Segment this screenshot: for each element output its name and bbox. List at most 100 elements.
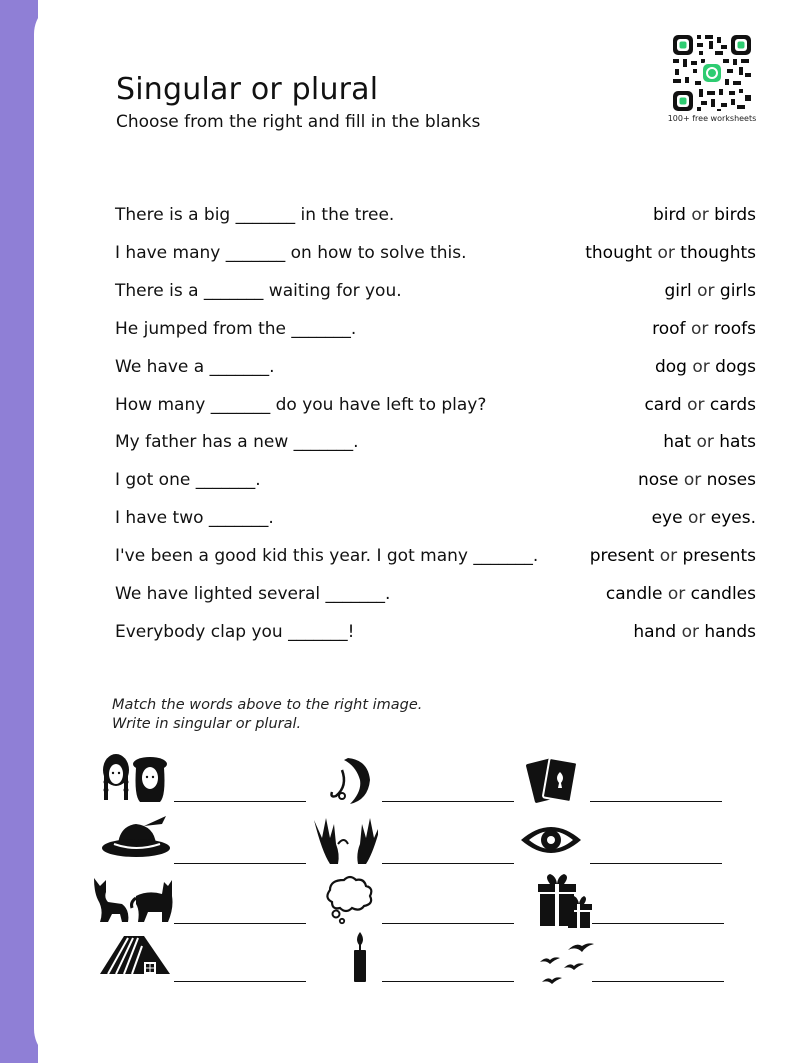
word-choice: eye or eyes. [652,508,756,528]
match-item-eye [516,814,728,870]
singular-option: card [644,394,682,415]
word-choice: nose or noses [638,470,756,490]
match-item-roof [100,932,312,988]
question-sentence: I have two _______. [115,508,274,529]
qr-caption: 100+ free worksheets [667,114,757,123]
page-subtitle: Choose from the right and fill in the bl… [116,112,481,132]
plural-option: eyes. [710,508,756,529]
question-sentence: We have lighted several _______. [115,584,391,604]
question-sentence: My father has a new _______. [115,432,359,453]
qr-code[interactable] [671,33,753,113]
plural-option: dogs [715,356,756,377]
answer-line[interactable] [174,801,306,802]
word-choice: roof or roofs [652,319,756,339]
word-choice: dog or dogs [655,357,756,377]
word-choice: bird or birds [653,205,756,225]
word-choice: girl or girls [664,281,756,301]
or-separator: or [659,546,678,567]
match-item-presents [516,874,728,930]
singular-option: hand [633,621,677,642]
or-separator: or [687,508,706,529]
question-sentence: How many _______ do you have left to pla… [115,394,487,415]
or-separator: or [691,205,709,225]
nose-icon [330,758,370,804]
singular-option: girl [664,280,692,301]
plural-option: presents [682,546,756,567]
singular-option: present [589,546,655,567]
plural-option: candles [690,584,756,604]
singular-option: dog [654,356,687,377]
answer-line[interactable] [592,923,724,924]
or-separator: or [697,280,715,301]
singular-option: candle [605,584,663,604]
instruction-line-2: Write in singular or plural. [112,716,302,732]
question-sentence: I've been a good kid this year. I got ma… [115,546,539,567]
singular-option: eye [651,508,683,529]
plural-option: birds [714,205,756,225]
question-row: We have a _______. dog or dogs [0,357,791,383]
question-row: I've been a good kid this year. I got ma… [0,546,791,572]
or-separator: or [690,318,709,339]
question-sentence: There is a big _______ in the tree. [115,205,395,225]
match-item-thought [308,874,520,930]
eye-icon [521,827,581,853]
plural-option: roofs [713,318,756,339]
answer-line[interactable] [382,863,514,864]
thought-icon [326,875,373,925]
answer-line[interactable] [174,981,306,982]
or-separator: or [687,394,705,415]
answer-line[interactable] [592,981,724,982]
word-choice: hat or hats [663,432,756,452]
answer-line[interactable] [174,863,306,864]
question-sentence: He jumped from the _______. [115,318,357,339]
question-row: Everybody clap you _______! hand or hands [0,622,791,648]
question-sentence: Everybody clap you _______! [115,621,355,642]
answer-line[interactable] [382,981,514,982]
or-separator: or [667,584,686,604]
hat-icon [102,816,170,857]
answer-line[interactable] [382,801,514,802]
cards-icon [526,757,578,803]
answer-line[interactable] [382,923,514,924]
singular-option: nose [637,470,679,491]
answer-line[interactable] [590,863,722,864]
match-item-birds [516,932,728,988]
or-separator: or [657,242,675,263]
singular-option: roof [652,318,686,339]
question-sentence: I got one _______. [115,470,261,491]
girls-icon [103,754,167,802]
plural-option: girls [719,280,756,301]
match-item-hands [308,814,520,870]
question-row: I got one _______. nose or noses [0,470,791,496]
question-row: There is a _______ waiting for you. girl … [0,281,791,307]
word-choice: card or cards [644,395,756,415]
word-choice: hand or hands [633,622,756,642]
match-item-cards [516,752,728,808]
question-row: I have many _______ on how to solve this… [0,243,791,269]
plural-option: hands [704,621,756,642]
singular-option: hat [663,432,692,453]
question-sentence: There is a _______ waiting for you. [115,280,402,301]
answer-line[interactable] [590,801,722,802]
question-sentence: I have many _______ on how to solve this… [115,242,467,263]
question-row: There is a big _______ in the tree. bird … [0,205,791,231]
question-row: I have two _______. eye or eyes. [0,508,791,534]
birds-icon [540,943,594,984]
question-row: My father has a new _______. hat or hats [0,432,791,458]
match-item-hat [100,814,312,870]
instruction-line-1: Match the words above to the right image… [112,697,423,713]
singular-option: bird [652,205,686,225]
match-item-candle [308,932,520,988]
question-row: We have lighted several _______. candle o… [0,584,791,610]
plural-option: cards [709,394,756,415]
hands-icon [314,818,378,864]
word-choice: present or presents [590,546,756,566]
or-separator: or [696,432,714,453]
answer-line[interactable] [174,923,306,924]
word-choice: thought or thoughts [585,243,756,263]
plural-option: thoughts [680,242,756,263]
dogs-icon [94,878,173,922]
presents-icon [538,874,592,928]
question-row: How many _______ do you have left to pla… [0,395,791,421]
match-item-nose [308,752,520,808]
